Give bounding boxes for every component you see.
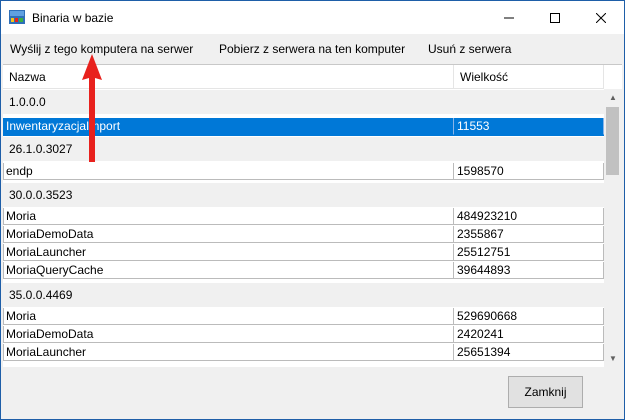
- column-header-name[interactable]: Nazwa: [3, 65, 454, 89]
- dialog-footer: Zamknij: [1, 367, 624, 419]
- annotation-arrow-icon: [82, 54, 102, 162]
- item-name: Moria: [3, 208, 454, 225]
- list-item[interactable]: endp 1598570: [3, 163, 604, 181]
- vertical-scrollbar[interactable]: ▲ ▼: [604, 89, 622, 367]
- item-size: 39644893: [454, 262, 604, 279]
- minimize-icon: [504, 17, 514, 18]
- item-name: Moria: [3, 308, 454, 325]
- column-header-size[interactable]: Wielkość: [454, 65, 604, 89]
- item-name: MoriaLauncher: [3, 244, 454, 261]
- window-title: Binaria w bazie: [32, 11, 114, 25]
- menu-download[interactable]: Pobierz z serwera na ten komputer: [219, 42, 405, 56]
- item-name: MoriaDemoData: [3, 226, 454, 243]
- item-size: 11553: [454, 118, 604, 135]
- item-size: 25512751: [454, 244, 604, 261]
- list-item[interactable]: Moria 484923210: [3, 208, 604, 226]
- list-item[interactable]: MoriaLauncher 25651394: [3, 344, 604, 362]
- group-header[interactable]: 35.0.0.4469: [3, 283, 604, 307]
- menu-delete[interactable]: Usuń z serwera: [428, 42, 511, 56]
- scroll-down-icon[interactable]: ▼: [604, 350, 622, 367]
- list-item[interactable]: MoriaDemoData 2420241: [3, 326, 604, 344]
- title-bar: Binaria w bazie: [1, 1, 624, 34]
- list-item[interactable]: MoriaQueryCache 39644893: [3, 262, 604, 280]
- close-icon: [596, 12, 606, 23]
- item-name: MoriaQueryCache: [3, 262, 454, 279]
- list-item[interactable]: MoriaDemoData 2355867: [3, 226, 604, 244]
- item-size: 529690668: [454, 308, 604, 325]
- item-name: MoriaLauncher: [3, 344, 454, 361]
- item-size: 25651394: [454, 344, 604, 361]
- item-name: MoriaDemoData: [3, 326, 454, 343]
- group-header[interactable]: 30.0.0.3523: [3, 183, 604, 207]
- close-window-button[interactable]: [578, 1, 624, 34]
- item-size: 1598570: [454, 163, 604, 180]
- minimize-button[interactable]: [486, 1, 532, 34]
- item-size: 2420241: [454, 326, 604, 343]
- app-icon: [9, 10, 25, 24]
- item-size: 484923210: [454, 208, 604, 225]
- scroll-up-icon[interactable]: ▲: [604, 89, 622, 106]
- maximize-icon: [550, 12, 560, 23]
- item-name: InwentaryzacjaImport: [3, 118, 454, 135]
- close-button[interactable]: Zamknij: [508, 376, 583, 408]
- item-size: 2355867: [454, 226, 604, 243]
- list-item[interactable]: MoriaLauncher 25512751: [3, 244, 604, 262]
- scroll-thumb[interactable]: [606, 107, 619, 175]
- maximize-button[interactable]: [532, 1, 578, 34]
- item-name: endp: [3, 163, 454, 180]
- list-item[interactable]: Moria 529690668: [3, 308, 604, 326]
